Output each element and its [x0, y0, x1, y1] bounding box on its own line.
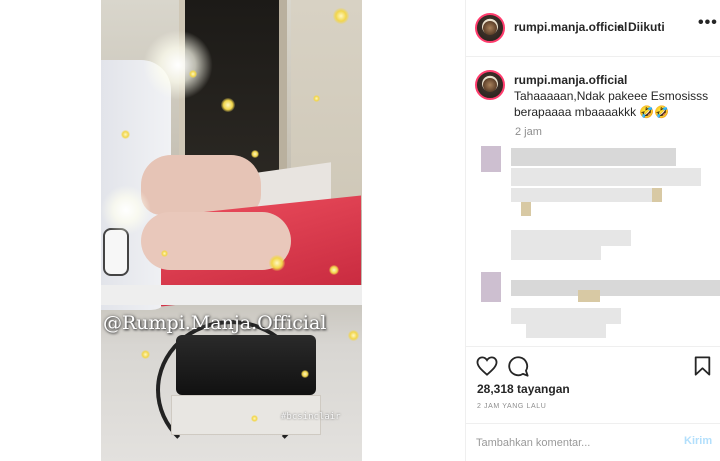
blurred-comment-line [511, 280, 720, 296]
blurred-comment-line [526, 324, 606, 338]
instagram-post-view: @Rumpi.Manja.Official #bcsinclair rumpi.… [0, 0, 720, 461]
blurred-comment-line [511, 148, 676, 166]
video-scene-watch [103, 228, 129, 276]
sparkle [221, 98, 235, 112]
light-flare [101, 185, 151, 235]
sparkle [251, 415, 258, 422]
sparkle [251, 150, 259, 158]
caption-time[interactable]: 2 jam [515, 126, 542, 138]
blurred-comment-line [511, 308, 621, 324]
author-avatar[interactable] [475, 13, 505, 43]
sparkle [329, 265, 339, 275]
video-scene-console [176, 335, 316, 395]
sparkle [313, 95, 320, 102]
post-sidebar: rumpi.manja.official • Diikuti ••• rumpi… [465, 0, 720, 461]
sparkle [161, 250, 168, 257]
video-scene-tray [101, 285, 362, 305]
sparkle [301, 370, 309, 378]
post-video[interactable]: @Rumpi.Manja.Official #bcsinclair [101, 0, 362, 461]
post-timestamp[interactable]: 2 JAM YANG LALU [477, 403, 546, 410]
heart-icon[interactable] [476, 356, 498, 376]
blurred-comment-line [511, 246, 601, 260]
bookmark-icon[interactable] [694, 356, 711, 376]
comment-input[interactable] [476, 434, 666, 452]
sparkle [189, 70, 197, 78]
sparkle [121, 130, 130, 139]
comment-form: Kirim [466, 423, 720, 461]
blurred-emoji [652, 188, 662, 202]
post-header: rumpi.manja.official • Diikuti ••• [466, 0, 720, 57]
blurred-emoji [578, 290, 600, 302]
video-hashtag-text: #bcsinclair [281, 412, 341, 422]
video-scene-hand [141, 155, 261, 215]
sparkle [333, 8, 349, 24]
caption-avatar[interactable] [475, 70, 505, 100]
post-comment-button[interactable]: Kirim [684, 435, 712, 447]
author-username-link[interactable]: rumpi.manja.official [514, 20, 627, 34]
follow-status-button[interactable]: Diikuti [628, 20, 665, 34]
sparkle [141, 350, 150, 359]
blurred-comment-line [511, 168, 701, 186]
blurred-comment-line [511, 230, 631, 246]
media-area: @Rumpi.Manja.Official #bcsinclair [0, 0, 465, 461]
blurred-emoji [521, 202, 531, 216]
separator-dot: • [617, 20, 622, 34]
caption-text: Tahaaaaan,Ndak pakeee Esmosisss berapaaa… [514, 89, 709, 119]
comment-bubble-icon[interactable] [507, 355, 529, 377]
sparkle [269, 255, 285, 271]
blurred-avatar [481, 146, 501, 172]
caption-body: rumpi.manja.official Tahaaaaan,Ndak pake… [514, 72, 714, 120]
post-actions: 28,318 tayangan 2 JAM YANG LALU Kirim [466, 346, 720, 461]
video-watermark-text: @Rumpi.Manja.Official [103, 312, 327, 334]
caption-username-link[interactable]: rumpi.manja.official [514, 73, 627, 87]
more-options-icon[interactable]: ••• [698, 14, 718, 32]
light-flare [143, 30, 213, 100]
blurred-avatar [481, 272, 501, 302]
view-count[interactable]: 28,318 tayangan [477, 382, 570, 396]
blurred-comment-line [511, 188, 661, 202]
